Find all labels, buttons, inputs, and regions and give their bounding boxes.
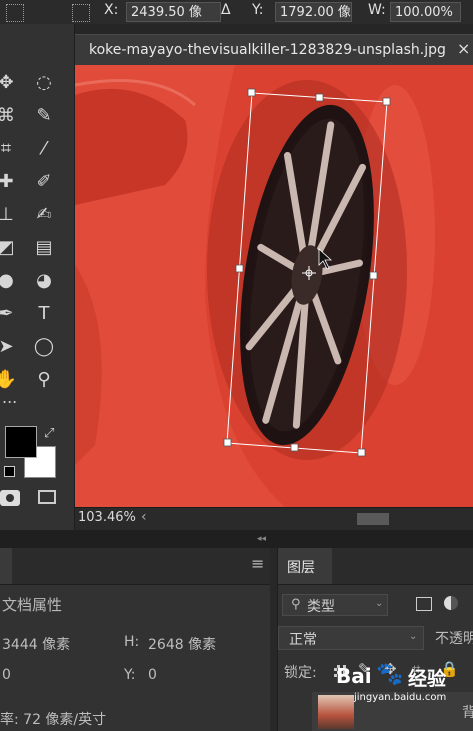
document-resolution[interactable]: 率: 72 像素/英寸 bbox=[0, 709, 106, 729]
swap-colors-icon[interactable]: ⤢ bbox=[44, 426, 54, 441]
document-tab[interactable]: koke-mayayo-thevisualkiller-1283829-unsp… bbox=[75, 34, 473, 66]
more-tools-icon[interactable]: ... bbox=[2, 388, 17, 407]
eyedropper-tool-icon[interactable]: ⁄ bbox=[30, 134, 58, 162]
default-colors-icon[interactable] bbox=[4, 466, 15, 477]
canvas-image bbox=[75, 65, 473, 507]
chevron-down-icon: ⌄ bbox=[409, 631, 418, 642]
layers-panel-header: 图层 bbox=[278, 548, 473, 585]
dodge-tool-icon[interactable]: ◕ bbox=[30, 266, 58, 294]
image-canvas[interactable] bbox=[75, 65, 473, 507]
status-bar: 103.46% ‹ bbox=[75, 507, 473, 531]
zoom-level[interactable]: 103.46% bbox=[78, 510, 136, 525]
document-height-label: H: bbox=[124, 634, 140, 650]
tools-panel: ✥ ◌ ⌘ ✎ ⌗ ⁄ ✚ ✐ ⊥ ✍ ◩ ▤ ● ◕ ✒ T ➤ ◯ ✋ ⚲ ... ⤢ bbox=[0, 24, 75, 530]
ellipse-tool-icon[interactable]: ◯ bbox=[30, 332, 58, 360]
document-width-value[interactable]: 3444 像素 bbox=[2, 634, 70, 654]
x-label: X: bbox=[104, 2, 119, 18]
quick-select-tool-icon[interactable]: ✎ bbox=[30, 101, 58, 129]
filter-pixel-icon[interactable] bbox=[416, 597, 432, 611]
layer-filter-label: 类型 bbox=[307, 599, 335, 615]
gradient-tool-icon[interactable]: ▤ bbox=[30, 233, 58, 261]
baidu-paw-icon: 🐾 bbox=[376, 662, 404, 687]
options-bar: X: 2439.50 像 Δ Y: 1792.00 像 W: 100.00% bbox=[0, 0, 473, 25]
brush-tool-icon[interactable]: ✐ bbox=[30, 167, 58, 195]
marquee-tool-icon[interactable]: ◌ bbox=[30, 68, 58, 96]
blur-tool-icon[interactable]: ● bbox=[0, 266, 20, 294]
close-tab-icon[interactable]: × bbox=[457, 39, 470, 58]
horizontal-scrollbar-thumb[interactable] bbox=[357, 513, 389, 525]
crop-tool-icon[interactable]: ⌗ bbox=[0, 134, 20, 162]
watermark-url: jingyan.baidu.com bbox=[354, 692, 447, 703]
y-label: Y: bbox=[252, 2, 264, 18]
opacity-label: 不透明 bbox=[435, 631, 473, 647]
document-x-value[interactable]: 0 bbox=[2, 667, 11, 683]
path-select-tool-icon[interactable]: ➤ bbox=[0, 332, 20, 360]
document-title: koke-mayayo-thevisualkiller-1283829-unsp… bbox=[89, 42, 446, 58]
zoom-tool-icon[interactable]: ⚲ bbox=[30, 365, 58, 393]
x-position-field[interactable]: 2439.50 像 bbox=[126, 2, 221, 22]
healing-tool-icon[interactable]: ✚ bbox=[0, 167, 20, 195]
baidu-watermark: Bai 🐾 经验 jingyan.baidu.com bbox=[336, 662, 466, 720]
lock-label: 锁定: bbox=[284, 665, 317, 681]
foreground-color-swatch[interactable] bbox=[5, 426, 37, 458]
blend-mode-dropdown[interactable]: 正常 ⌄ bbox=[278, 626, 424, 650]
stamp-tool-icon[interactable]: ⊥ bbox=[0, 200, 20, 228]
layers-tab-label: 图层 bbox=[287, 560, 315, 576]
search-icon: ⚲ bbox=[291, 597, 301, 612]
scroll-left-icon[interactable]: ‹ bbox=[141, 509, 147, 525]
collapse-panels-icon[interactable]: ◂◂ bbox=[257, 534, 266, 544]
document-height-value[interactable]: 2648 像素 bbox=[148, 634, 216, 654]
filter-adjustment-icon[interactable] bbox=[444, 596, 458, 610]
properties-panel: ≡ 文档属性 3444 像素 H: 2648 像素 0 Y: 0 率: 72 像… bbox=[0, 548, 270, 731]
layer-filter-dropdown[interactable]: ⚲ 类型 ⌄ bbox=[282, 594, 388, 616]
watermark-brand: Bai bbox=[336, 664, 372, 688]
watermark-brand2: 经验 bbox=[408, 668, 447, 690]
reference-point-icon[interactable] bbox=[6, 4, 24, 22]
pen-tool-icon[interactable]: ✒ bbox=[0, 299, 20, 327]
width-label: W: bbox=[368, 2, 386, 18]
layers-tab[interactable]: 图层 bbox=[278, 548, 332, 584]
document-y-value[interactable]: 0 bbox=[148, 667, 157, 683]
document-y-label: Y: bbox=[124, 667, 136, 683]
relative-position-icon[interactable]: Δ bbox=[221, 2, 231, 18]
history-brush-tool-icon[interactable]: ✍ bbox=[30, 200, 58, 228]
chevron-down-icon: ⌄ bbox=[375, 598, 384, 609]
document-properties-title: 文档属性 bbox=[2, 596, 63, 614]
move-tool-icon[interactable]: ✥ bbox=[0, 68, 20, 96]
panel-collapse-strip: ◂◂ bbox=[0, 530, 473, 548]
type-tool-icon[interactable]: T bbox=[30, 299, 58, 327]
reference-point-grid-icon[interactable] bbox=[72, 4, 90, 22]
eraser-tool-icon[interactable]: ◩ bbox=[0, 233, 20, 261]
blend-mode-value: 正常 bbox=[289, 632, 317, 648]
width-field[interactable]: 100.00% bbox=[390, 2, 461, 22]
lasso-tool-icon[interactable]: ⌘ bbox=[0, 101, 20, 129]
properties-panel-header: ≡ bbox=[0, 548, 270, 585]
properties-tab[interactable] bbox=[0, 548, 12, 584]
quick-mask-icon[interactable] bbox=[0, 490, 20, 506]
y-position-field[interactable]: 1792.00 像 bbox=[275, 2, 352, 22]
panel-menu-icon[interactable]: ≡ bbox=[251, 554, 264, 573]
screen-mode-icon[interactable] bbox=[38, 490, 56, 504]
